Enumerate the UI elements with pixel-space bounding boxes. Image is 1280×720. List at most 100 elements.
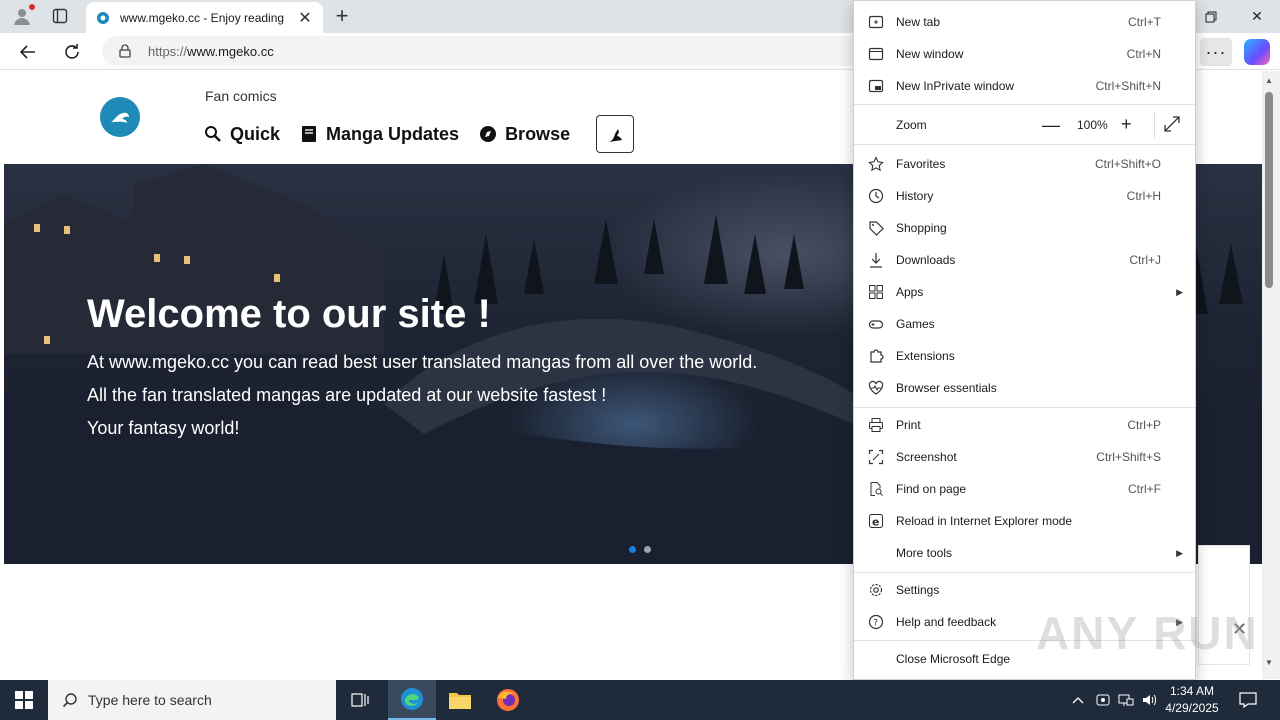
site-nav: Quick Manga Updates Browse	[204, 115, 635, 153]
notifications-icon[interactable]	[1236, 680, 1260, 720]
menu-item-new-inprivate-window[interactable]: New InPrivate window Ctrl+Shift+N	[854, 70, 1195, 102]
menu-item-screenshot[interactable]: Screenshot Ctrl+Shift+S	[854, 441, 1195, 473]
menu-item-history[interactable]: History Ctrl+H	[854, 180, 1195, 212]
print-icon	[866, 415, 886, 435]
search-placeholder: Type here to search	[88, 692, 212, 708]
nav-quick[interactable]: Quick	[204, 124, 280, 145]
inprivate-icon	[866, 76, 886, 96]
svg-text:?: ?	[873, 619, 878, 629]
menu-separator	[854, 572, 1195, 573]
settings-and-more-button[interactable]: ···	[1200, 38, 1232, 66]
zoom-out-button[interactable]: —	[1042, 115, 1060, 136]
start-button[interactable]	[0, 680, 48, 720]
hero-line-3: Your fantasy world!	[87, 418, 240, 438]
refresh-icon[interactable]	[58, 38, 86, 66]
site-tagline: Fan comics	[205, 88, 277, 104]
scroll-down-icon[interactable]: ▼	[1265, 658, 1273, 667]
task-view-icon[interactable]	[336, 680, 384, 720]
zoom-in-button[interactable]: +	[1121, 114, 1132, 135]
nav-manga-updates-label: Manga Updates	[326, 123, 460, 144]
book-icon	[300, 125, 318, 143]
menu-item-new-window[interactable]: New window Ctrl+N	[854, 38, 1195, 70]
download-icon	[866, 250, 886, 270]
chevron-right-icon: ▶	[1176, 547, 1183, 558]
taskbar-search-box[interactable]: Type here to search	[48, 680, 336, 720]
heart-pulse-icon	[866, 378, 886, 398]
menu-item-new-tab[interactable]: New tab Ctrl+T	[854, 6, 1195, 38]
zoom-divider	[1154, 112, 1155, 138]
site-favicon-icon	[97, 11, 109, 24]
gear-icon	[866, 580, 886, 600]
lock-icon[interactable]	[118, 44, 132, 58]
copilot-icon[interactable]	[1244, 39, 1270, 65]
magnifier-icon	[204, 125, 222, 143]
anyrun-watermark: ANY RUN	[1036, 607, 1259, 659]
hero-title: Welcome to our site !	[87, 292, 491, 336]
theme-toggle-button[interactable]	[596, 115, 635, 153]
menu-item-print[interactable]: Print Ctrl+P	[854, 409, 1195, 441]
new-window-icon	[866, 44, 886, 64]
tab-actions-icon[interactable]	[46, 4, 74, 28]
menu-item-apps[interactable]: Apps ▶	[854, 276, 1195, 308]
clock-time: 1:34 AM	[1169, 684, 1215, 698]
menu-item-games[interactable]: Games	[854, 308, 1195, 340]
nav-browse[interactable]: Browse	[479, 124, 570, 145]
back-icon[interactable]	[14, 38, 42, 66]
windows-logo-icon	[15, 691, 33, 709]
scroll-up-icon[interactable]: ▲	[1265, 76, 1273, 85]
hero-line-2: All the fan translated mangas are update…	[87, 385, 607, 405]
tab-close-icon[interactable]: ✕	[297, 8, 313, 28]
address-bar[interactable]: https://www.mgeko.cc	[102, 36, 862, 66]
scroll-thumb[interactable]	[1265, 92, 1273, 288]
fullscreen-icon[interactable]	[1163, 115, 1183, 135]
menu-item-shopping[interactable]: Shopping	[854, 212, 1195, 244]
url-text: https://www.mgeko.cc	[148, 43, 274, 59]
chevron-up-icon[interactable]	[1068, 680, 1088, 720]
svg-text:e: e	[872, 516, 879, 529]
nav-manga-updates[interactable]: Manga Updates	[300, 124, 459, 145]
menu-separator	[854, 104, 1195, 105]
edge-taskbar-icon[interactable]	[388, 680, 436, 720]
tag-icon	[866, 218, 886, 238]
games-icon	[866, 314, 886, 334]
taskbar: Type here to search 1:34 AM 4/29/2025	[0, 680, 1280, 720]
new-tab-icon	[866, 12, 886, 32]
compass-icon	[479, 125, 497, 143]
menu-item-reload-ie-mode[interactable]: e Reload in Internet Explorer mode	[854, 505, 1195, 537]
extensions-icon	[866, 346, 886, 366]
star-icon	[866, 154, 886, 174]
carousel-dot-active[interactable]	[629, 546, 636, 553]
tab-title: www.mgeko.cc - Enjoy reading	[120, 10, 285, 25]
carousel-dot[interactable]	[644, 546, 651, 553]
new-tab-button[interactable]: +	[330, 4, 354, 28]
apps-icon	[866, 282, 886, 302]
meet-now-icon[interactable]	[1093, 680, 1113, 720]
menu-item-find-on-page[interactable]: Find on page Ctrl+F	[854, 473, 1195, 505]
notification-dot	[29, 4, 35, 10]
menu-zoom-row: Zoom — 100% +	[854, 109, 1195, 141]
help-icon: ?	[866, 612, 886, 632]
clock-date: 4/29/2025	[1165, 701, 1219, 715]
nav-browse-label: Browse	[505, 123, 571, 144]
close-window-icon[interactable]: ✕	[1234, 0, 1280, 33]
menu-item-extensions[interactable]: Extensions	[854, 340, 1195, 372]
history-icon	[866, 186, 886, 206]
settings-and-more-menu: New tab Ctrl+T New window Ctrl+N New InP…	[853, 0, 1196, 680]
file-explorer-icon[interactable]	[436, 680, 484, 720]
nav-quick-label: Quick	[230, 123, 281, 144]
menu-item-more-tools[interactable]: More tools ▶	[854, 537, 1195, 569]
menu-item-favorites[interactable]: Favorites Ctrl+Shift+O	[854, 148, 1195, 180]
network-icon[interactable]	[1116, 680, 1136, 720]
witch-icon	[609, 129, 623, 142]
zoom-label: Zoom	[896, 118, 927, 132]
find-icon	[866, 479, 886, 499]
taskbar-clock[interactable]: 1:34 AM 4/29/2025	[1152, 683, 1232, 717]
site-logo[interactable]	[100, 97, 140, 137]
chevron-right-icon: ▶	[1176, 286, 1183, 297]
menu-item-browser-essentials[interactable]: Browser essentials	[854, 372, 1195, 404]
menu-item-downloads[interactable]: Downloads Ctrl+J	[854, 244, 1195, 276]
ie-icon: e	[866, 511, 886, 531]
firefox-icon[interactable]	[484, 680, 532, 720]
menu-item-settings[interactable]: Settings	[854, 574, 1195, 606]
active-tab[interactable]: www.mgeko.cc - Enjoy reading ✕	[86, 2, 323, 33]
